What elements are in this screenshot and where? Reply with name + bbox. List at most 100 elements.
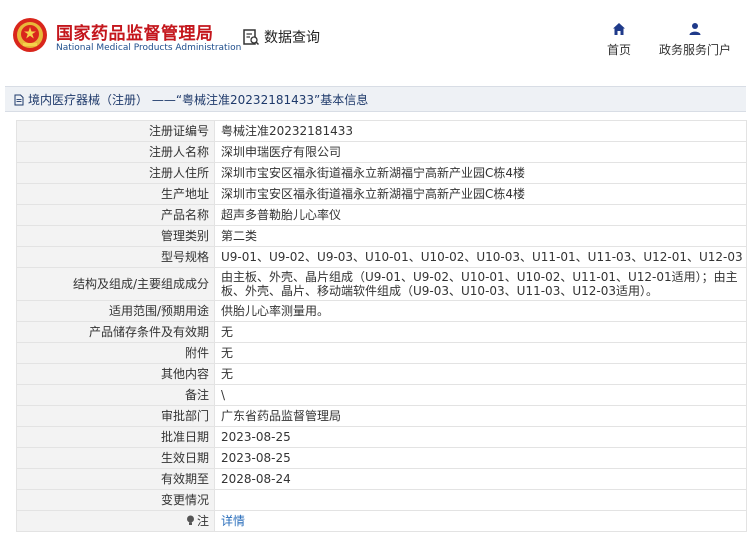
- row-label: 备注: [16, 384, 215, 406]
- row-value-text: 2023-08-25: [221, 450, 291, 465]
- row-value: 第二类: [214, 225, 747, 247]
- row-value: 供胎儿心率测量用。: [214, 300, 747, 322]
- table-row: 注册证编号 粤械注准20232181433: [16, 120, 747, 142]
- nav-home-label: 首页: [606, 43, 631, 57]
- breadcrumb-text: 境内医疗器械（注册） ——“粤械注准20232181433”基本信息: [28, 93, 369, 107]
- row-value-text: 超声多普勒胎儿心率仪: [221, 207, 342, 222]
- table-row: 适用范围/预期用途 供胎儿心率测量用。: [16, 300, 747, 322]
- row-label: 注册证编号: [16, 120, 215, 142]
- row-value: 深圳市宝安区福永街道福永立新湖福宁高新产业园C栋4楼: [214, 162, 747, 184]
- row-value: 深圳市宝安区福永街道福永立新湖福宁高新产业园C栋4楼: [214, 183, 747, 205]
- row-label-text: 备注: [184, 387, 209, 402]
- row-label: 审批部门: [16, 405, 215, 427]
- table-row: 结构及组成/主要组成成分 由主板、外壳、晶片组成（U9-01、U9-02、U10-…: [16, 267, 747, 301]
- row-label: 批准日期: [16, 426, 215, 448]
- row-label: 注: [16, 510, 215, 532]
- table-row: 产品储存条件及有效期无: [16, 321, 747, 343]
- details-link[interactable]: 详情: [221, 514, 245, 528]
- breadcrumb: 境内医疗器械（注册） ——“粤械注准20232181433”基本信息: [13, 91, 368, 108]
- row-value: 详情: [214, 510, 747, 532]
- lightbulb-icon: [186, 514, 197, 528]
- row-value: 无: [214, 363, 747, 385]
- row-label-text: 生产地址: [160, 186, 209, 201]
- table-row: 其他内容无: [16, 363, 747, 385]
- site-title-cn: 国家药品监督管理局: [56, 24, 214, 44]
- row-value: 无: [214, 342, 747, 364]
- row-value: 超声多普勒胎儿心率仪: [214, 204, 747, 226]
- row-value-text: 无: [221, 366, 234, 381]
- row-value-text: 广东省药品监督管理局: [221, 408, 342, 423]
- table-row: 注册人名称 深圳申瑞医疗有限公司: [16, 141, 747, 163]
- table-row: 生效日期 2023-08-25: [16, 447, 747, 469]
- row-value-text: 深圳申瑞医疗有限公司: [221, 144, 342, 159]
- row-value-text: 深圳市宝安区福永街道福永立新湖福宁高新产业园C栋4楼: [221, 165, 526, 180]
- row-value-text: 深圳市宝安区福永街道福永立新湖福宁高新产业园C栋4楼: [221, 186, 526, 201]
- row-label-text: 其他内容: [160, 366, 209, 381]
- row-label-text: 注册人名称: [148, 144, 209, 159]
- row-label-text: 注册人住所: [148, 165, 209, 180]
- table-row: 型号规格 U9-01、U9-02、U9-03、U10-01、U10-02、U10-…: [16, 246, 747, 268]
- row-label-text: 附件: [184, 345, 209, 360]
- row-value: 2023-08-25: [214, 447, 747, 469]
- table-row: 附件无: [16, 342, 747, 364]
- row-value: 2028-08-24: [214, 468, 747, 490]
- row-label-text: 适用范围/预期用途: [108, 303, 209, 318]
- nav-home[interactable]: 首页: [602, 22, 636, 58]
- document-search-icon: [243, 29, 260, 46]
- table-row: 审批部门 广东省药品监督管理局: [16, 405, 747, 427]
- row-label: 结构及组成/主要组成成分: [16, 267, 215, 301]
- row-value-text: 由主板、外壳、晶片组成（U9-01、U9-02、U10-01、U10-02、U1…: [221, 270, 738, 298]
- row-value-text: 粤械注准20232181433: [221, 123, 353, 138]
- row-label-text: 注册证编号: [148, 123, 209, 138]
- table-row: 生产地址 深圳市宝安区福永街道福永立新湖福宁高新产业园C栋4楼: [16, 183, 747, 205]
- home-icon: [613, 23, 625, 35]
- table-row: 注详情: [16, 510, 747, 532]
- site-header: 国家药品监督管理局 National Medical Products Admi…: [0, 0, 749, 72]
- document-icon: [14, 94, 24, 105]
- row-label: 变更情况: [16, 489, 215, 511]
- row-label-text: 型号规格: [160, 249, 209, 264]
- breadcrumb-bar: 境内医疗器械（注册） ——“粤械注准20232181433”基本信息: [5, 86, 746, 112]
- row-label: 生产地址: [16, 183, 215, 205]
- row-value-text: 第二类: [221, 228, 258, 243]
- user-icon: [689, 23, 701, 35]
- row-label: 产品储存条件及有效期: [16, 321, 215, 343]
- row-label: 适用范围/预期用途: [16, 300, 215, 322]
- row-value: 广东省药品监督管理局: [214, 405, 747, 427]
- row-value: \: [214, 384, 747, 406]
- row-label-text: 有效期至: [160, 471, 209, 486]
- national-emblem-icon: [13, 18, 47, 52]
- row-label: 注册人住所: [16, 162, 215, 184]
- row-value-text: 2023-08-25: [221, 429, 291, 444]
- data-query-link[interactable]: 数据查询: [242, 27, 320, 47]
- row-value-text: 供胎儿心率测量用。: [221, 303, 330, 318]
- table-row: 批准日期 2023-08-25: [16, 426, 747, 448]
- row-label-text: 产品名称: [160, 207, 209, 222]
- row-value: 2023-08-25: [214, 426, 747, 448]
- row-label-text: 管理类别: [160, 228, 209, 243]
- row-label: 生效日期: [16, 447, 215, 469]
- row-label-text: 结构及组成/主要组成成分: [72, 276, 209, 291]
- row-label: 产品名称: [16, 204, 215, 226]
- row-value-text: 无: [221, 324, 234, 339]
- row-value-text: U9-01、U9-02、U9-03、U10-01、U10-02、U10-03、U…: [221, 249, 743, 264]
- row-value: U9-01、U9-02、U9-03、U10-01、U10-02、U10-03、U…: [214, 246, 747, 268]
- row-label: 管理类别: [16, 225, 215, 247]
- row-label: 有效期至: [16, 468, 215, 490]
- row-value: 由主板、外壳、晶片组成（U9-01、U9-02、U10-01、U10-02、U1…: [214, 267, 747, 301]
- site-title-en: National Medical Products Administration: [56, 43, 242, 53]
- nav-gov-label: 政务服务门户: [658, 43, 731, 57]
- row-value: 粤械注准20232181433: [214, 120, 747, 142]
- data-query-label: 数据查询: [264, 30, 320, 46]
- table-row: 注册人住所 深圳市宝安区福永街道福永立新湖福宁高新产业园C栋4楼: [16, 162, 747, 184]
- nav-gov-service[interactable]: 政务服务门户: [652, 22, 738, 58]
- detail-table: 注册证编号 粤械注准20232181433 注册人名称 深圳申瑞医疗有限公司 注册人住所…: [16, 120, 747, 532]
- table-row: 管理类别 第二类: [16, 225, 747, 247]
- row-value: 深圳申瑞医疗有限公司: [214, 141, 747, 163]
- row-label: 附件: [16, 342, 215, 364]
- row-label-text: 批准日期: [160, 429, 209, 444]
- row-value: 无: [214, 321, 747, 343]
- row-label-text: 产品储存条件及有效期: [88, 324, 209, 339]
- row-label-text: 生效日期: [160, 450, 209, 465]
- row-label: 注册人名称: [16, 141, 215, 163]
